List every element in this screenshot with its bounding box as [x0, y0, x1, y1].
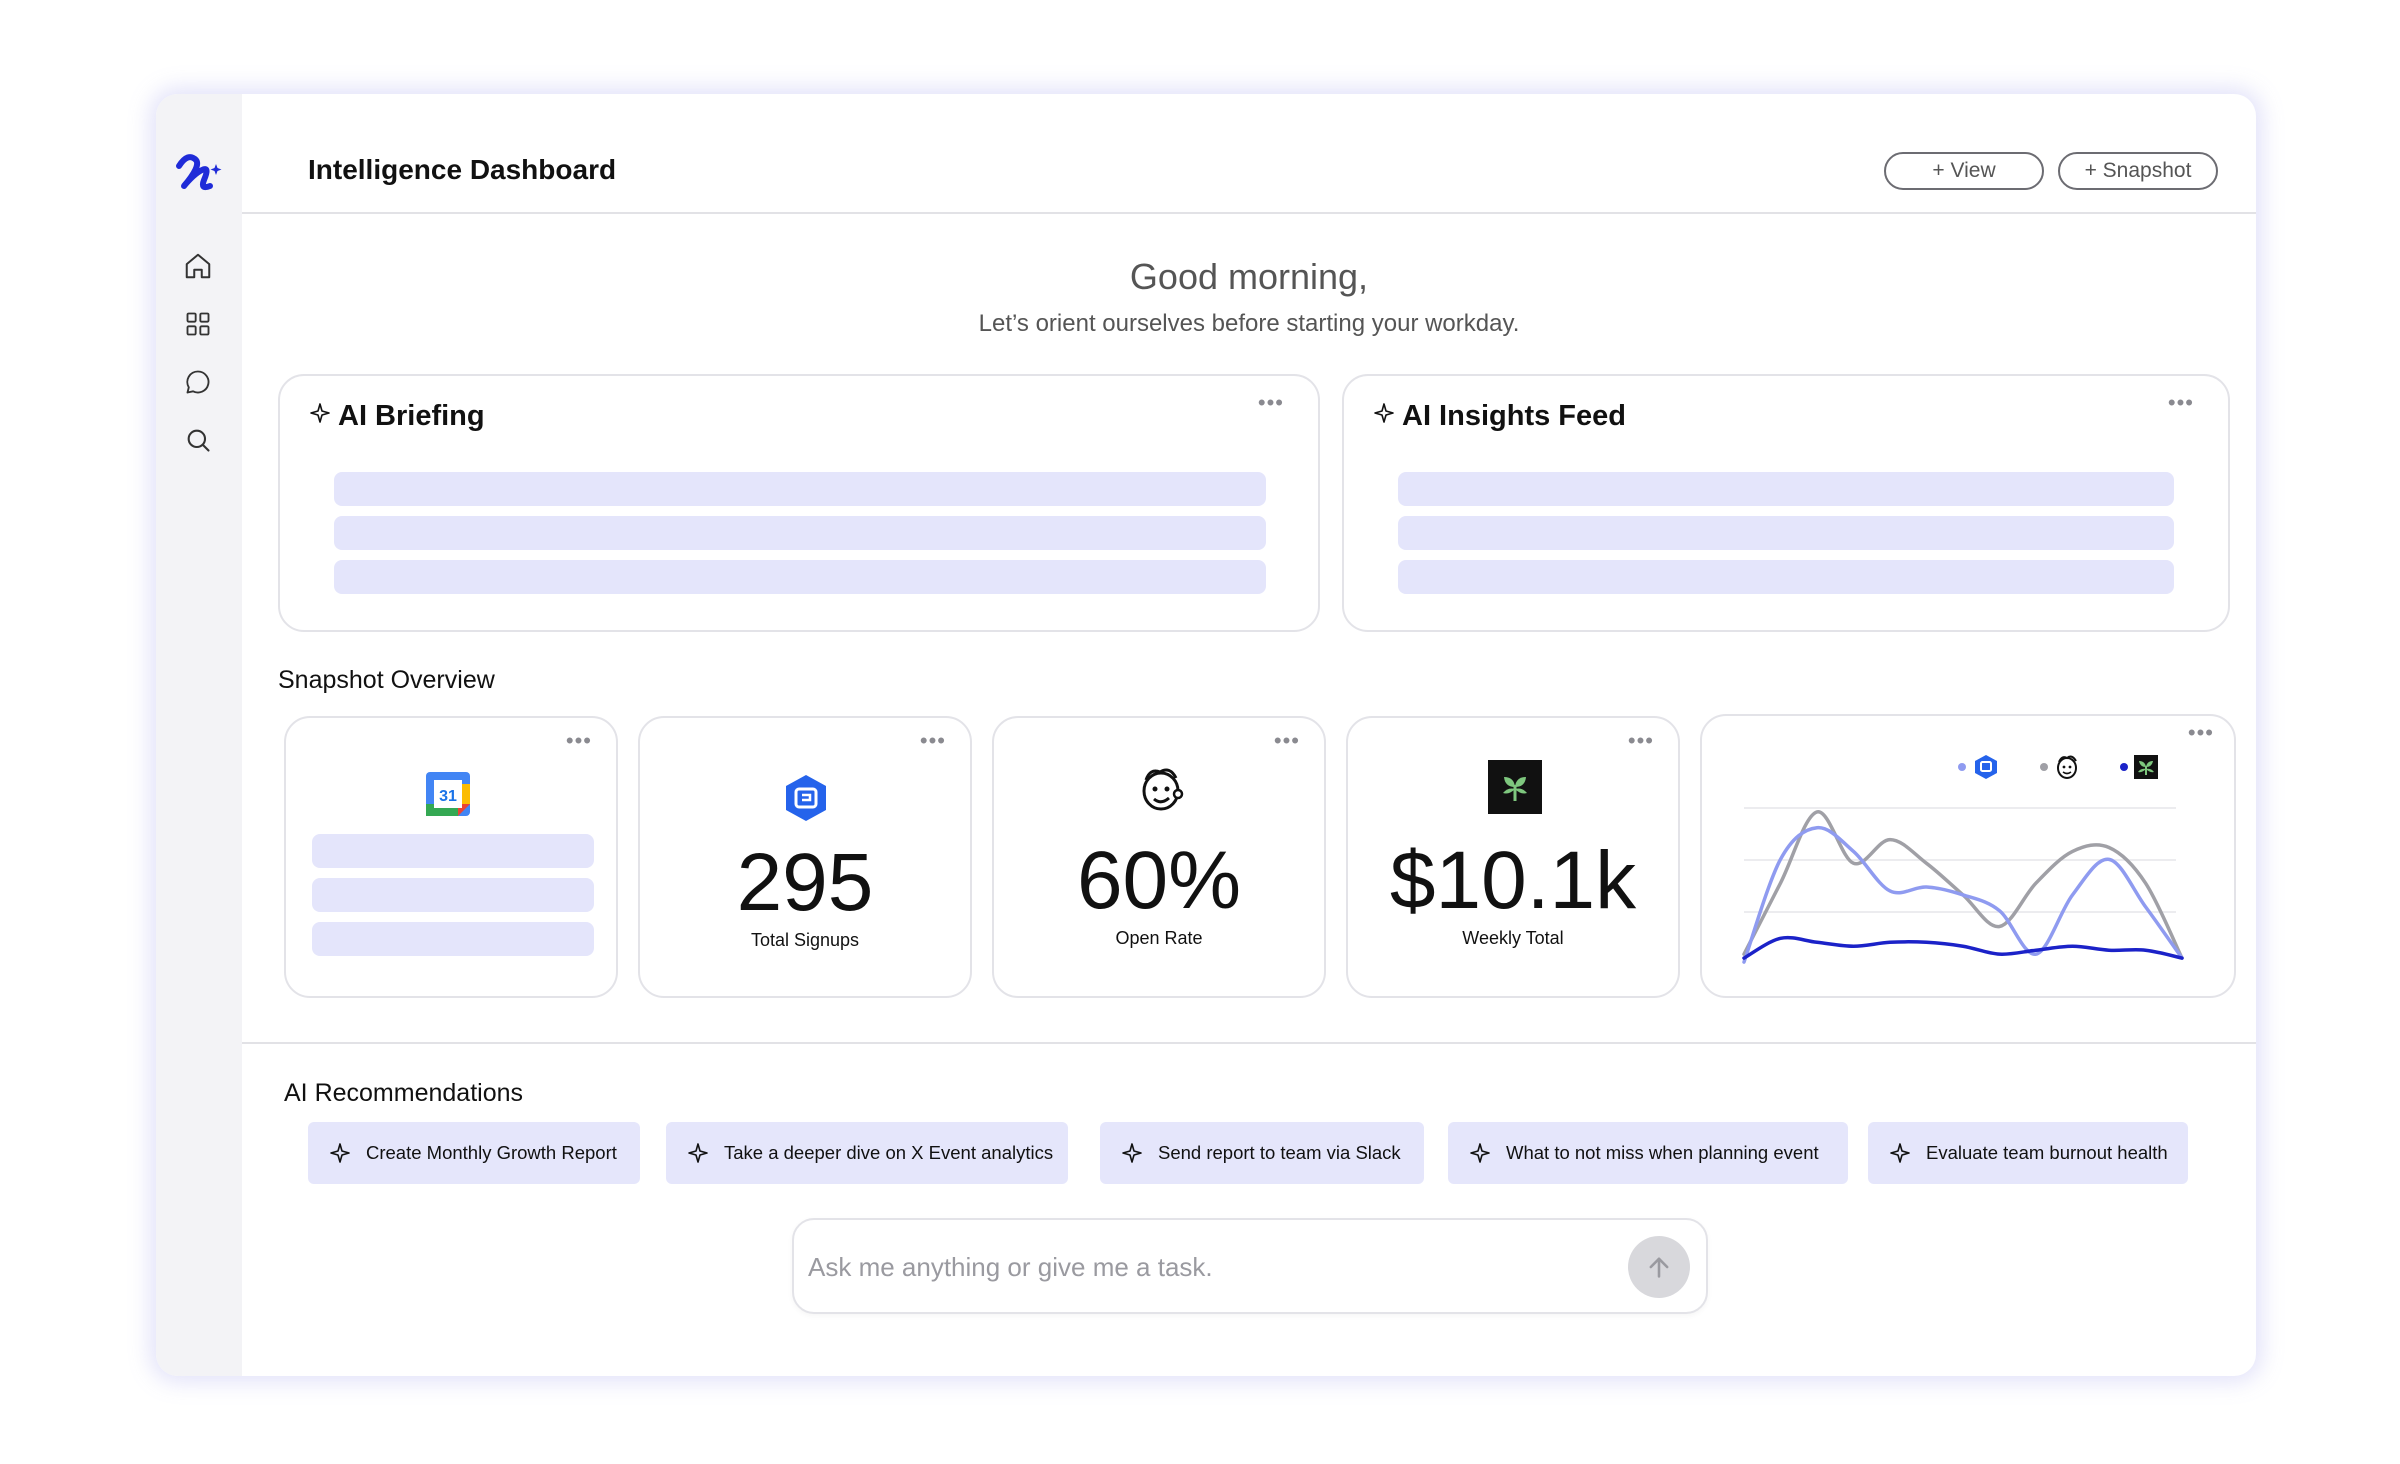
series-line-mailchimp-icon [1742, 810, 2184, 960]
card-menu-icon[interactable]: ••• [1274, 730, 1300, 752]
app-logo-icon[interactable] [170, 144, 226, 200]
recommendation-chip[interactable]: What to not miss when planning event [1448, 1122, 1848, 1184]
add-snapshot-button[interactable]: + Snapshot [2058, 152, 2218, 190]
sparkle-icon [1122, 1143, 1142, 1163]
sparkle-icon [1470, 1143, 1490, 1163]
total-signups-label: Total Signups [750, 930, 860, 950]
sidebar [156, 94, 242, 1376]
top-bar: Intelligence Dashboard + View + Snapshot [242, 94, 2256, 214]
snapshot-overview-label: Snapshot Overview [278, 666, 495, 694]
greeting-subtitle: Let’s orient ourselves before starting y… [978, 310, 1520, 337]
insights-menu-icon[interactable]: ••• [2168, 392, 2194, 414]
search-icon[interactable] [180, 422, 216, 458]
arrow-up-icon [1649, 1257, 1669, 1278]
ai-briefing-title: AI Briefing [338, 400, 485, 432]
open-rate-snapshot-card: ••• 60% Open Rate [992, 716, 1326, 998]
page-title: Intelligence Dashboard [308, 154, 617, 185]
skeleton-line [312, 834, 594, 868]
total-signups-value: 295 [736, 837, 874, 928]
greeting-headline: Good morning, [1129, 256, 1369, 297]
skeleton-line [334, 516, 1266, 550]
sparkle-icon [688, 1143, 708, 1163]
weekly-total-label: Weekly Total [1462, 928, 1564, 948]
skeleton-line [334, 560, 1266, 594]
mailchimp-icon [1136, 764, 1186, 814]
app-window: Intelligence Dashboard + View + Snapshot… [156, 94, 2256, 1376]
add-view-button[interactable]: + View [1884, 152, 2044, 190]
ai-insights-card: AI Insights Feed ••• [1342, 374, 2230, 632]
sparkle-icon [1890, 1143, 1910, 1163]
card-menu-icon[interactable]: ••• [920, 730, 946, 752]
recommendation-chip[interactable]: Send report to team via Slack [1100, 1122, 1424, 1184]
briefing-menu-icon[interactable]: ••• [1258, 392, 1284, 414]
section-divider [242, 1042, 2256, 1044]
line-chart [1742, 755, 2184, 964]
ai-insights-title: AI Insights Feed [1402, 400, 1626, 432]
trend-chart-card: ••• [1700, 714, 2236, 998]
recommendation-chip[interactable]: Take a deeper dive on X Event analytics [666, 1122, 1068, 1184]
legend-green-plant-icon [2134, 755, 2158, 779]
skeleton-line [312, 922, 594, 956]
open-rate-value: 60% [1076, 835, 1242, 926]
legend-signup-platform-icon [1975, 755, 1997, 779]
ai-recommendations-label: AI Recommendations [284, 1079, 524, 1107]
sparkle-icon [308, 400, 332, 433]
skeleton-line [1398, 560, 2174, 594]
chat-icon[interactable] [180, 364, 216, 400]
skeleton-line [1398, 472, 2174, 506]
card-menu-icon[interactable]: ••• [1628, 730, 1654, 752]
signup-platform-icon [782, 774, 830, 822]
home-icon[interactable] [180, 248, 216, 284]
ask-box [792, 1218, 1708, 1314]
calendar-snapshot-card: ••• 31 [284, 716, 618, 998]
skeleton-line [1398, 516, 2174, 550]
weekly-total-snapshot-card: ••• $10.1k Weekly Total [1346, 716, 1680, 998]
recommendation-label: Take a deeper dive on X Event analytics [724, 1142, 1054, 1163]
recommendation-label: Create Monthly Growth Report [366, 1142, 617, 1163]
ask-input[interactable] [808, 1242, 1588, 1292]
open-rate-label: Open Rate [1115, 928, 1203, 948]
recommendation-chip[interactable]: Evaluate team burnout health [1868, 1122, 2188, 1184]
green-plant-icon [1488, 760, 1542, 814]
recommendation-label: Evaluate team burnout health [1926, 1142, 2168, 1163]
weekly-total-value: $10.1k [1389, 835, 1637, 926]
card-menu-icon[interactable]: ••• [566, 730, 592, 752]
recommendation-label: Send report to team via Slack [1158, 1142, 1401, 1163]
dashboard-grid-icon[interactable] [180, 306, 216, 342]
legend-dot [2120, 763, 2128, 771]
send-button[interactable] [1628, 1236, 1690, 1298]
recommendation-chip[interactable]: Create Monthly Growth Report [308, 1122, 640, 1184]
sparkle-icon [330, 1143, 350, 1163]
chart-legend [1958, 755, 2158, 779]
legend-dot [1958, 763, 1966, 771]
skeleton-line [334, 472, 1266, 506]
signups-snapshot-card: ••• 295 Total Signups [638, 716, 972, 998]
series-line-green-plant-icon [1742, 935, 2184, 960]
google-calendar-icon: 31 [426, 772, 470, 816]
recommendation-label: What to not miss when planning event [1506, 1142, 1819, 1163]
main-content: Intelligence Dashboard + View + Snapshot… [242, 94, 2256, 1376]
sparkle-icon [1372, 400, 1396, 433]
legend-dot [2040, 763, 2048, 771]
skeleton-line [312, 878, 594, 912]
legend-mailchimp-icon [2057, 755, 2077, 779]
ai-briefing-card: AI Briefing ••• [278, 374, 1320, 632]
calendar-date: 31 [439, 788, 457, 805]
